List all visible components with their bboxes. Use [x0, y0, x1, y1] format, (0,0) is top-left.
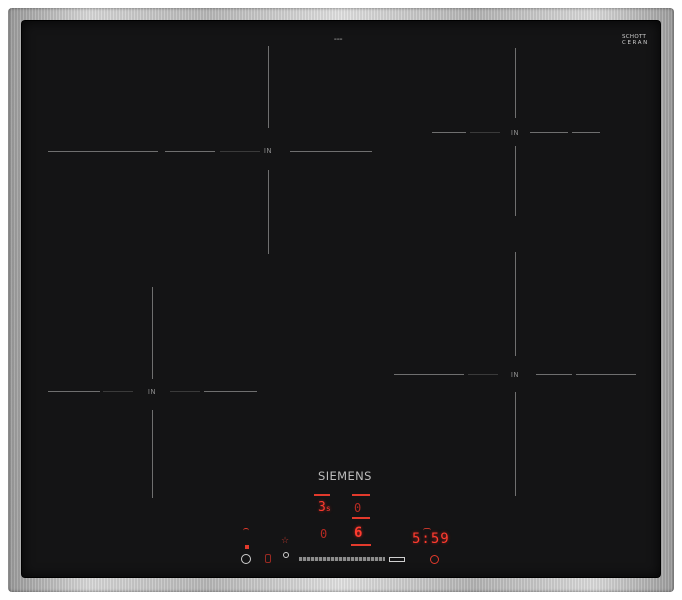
timer-display[interactable]: 5:59 [412, 531, 450, 547]
left-power-display[interactable]: 3s [318, 500, 331, 515]
clock-icon[interactable] [430, 555, 439, 564]
zone-marking-line [48, 391, 100, 392]
zone-marking-line [572, 132, 600, 133]
zone-marking-line [515, 392, 516, 496]
zone-marking-line [530, 132, 568, 133]
zone-indicator-bar [351, 544, 371, 546]
wifi-icon[interactable] [243, 528, 249, 533]
zone-marking-line [170, 391, 200, 392]
right-power-display[interactable]: 6 [354, 525, 362, 541]
zone-marking-line [468, 374, 498, 375]
zone-label-rear-right: IN [510, 129, 520, 137]
zone-label-front-left-top: IN [263, 147, 273, 155]
zone-label-front-left: IN [147, 388, 157, 396]
favourite-icon[interactable]: ☆ [281, 536, 289, 546]
right-top-display[interactable]: 0 [354, 501, 361, 515]
child-lock-icon[interactable] [265, 554, 271, 563]
zone-marking-line [204, 391, 257, 392]
zone-marking-line [268, 170, 269, 254]
zone-marking-line [103, 391, 133, 392]
zone-marking-line [268, 46, 269, 128]
logo-word-ceran: CERAN [622, 40, 649, 46]
zone-marking-line [152, 410, 153, 498]
zone-marking-line [470, 132, 500, 133]
zone-marking-line [394, 374, 464, 375]
zone-indicator-bar [352, 517, 370, 519]
zone-marking-line [48, 151, 158, 152]
zone-marking-line [536, 374, 572, 375]
left-top-suffix: s [325, 504, 331, 513]
left-top-level: 3 [318, 500, 326, 515]
left-bottom-display[interactable]: 0 [320, 527, 327, 541]
schott-ceran-logo: SCHOTT CERAN [622, 34, 649, 46]
zone-marking-line [515, 48, 516, 118]
brand-logo: SIEMENS [318, 469, 372, 483]
model-marking: ▬▬▬ [334, 37, 343, 41]
zone-marking-line [515, 146, 516, 216]
zone-marking-line [290, 151, 372, 152]
info-icon[interactable] [241, 554, 251, 564]
timer-arc-icon [423, 528, 431, 533]
power-level-slider[interactable] [299, 557, 385, 561]
zone-marking-line [432, 132, 466, 133]
home-connect-indicator [245, 545, 249, 549]
zone-marking-line [515, 252, 516, 356]
zone-indicator-bar [314, 494, 330, 496]
zone-marking-line [165, 151, 215, 152]
zone-marking-line [220, 151, 260, 152]
slider-min-marker [283, 552, 289, 558]
zone-indicator-bar [352, 494, 370, 496]
boost-icon[interactable] [389, 557, 405, 562]
zone-marking-line [152, 287, 153, 379]
zone-label-front-right: IN [510, 371, 520, 379]
zone-marking-line [576, 374, 636, 375]
ceramic-glass-surface [22, 21, 660, 577]
